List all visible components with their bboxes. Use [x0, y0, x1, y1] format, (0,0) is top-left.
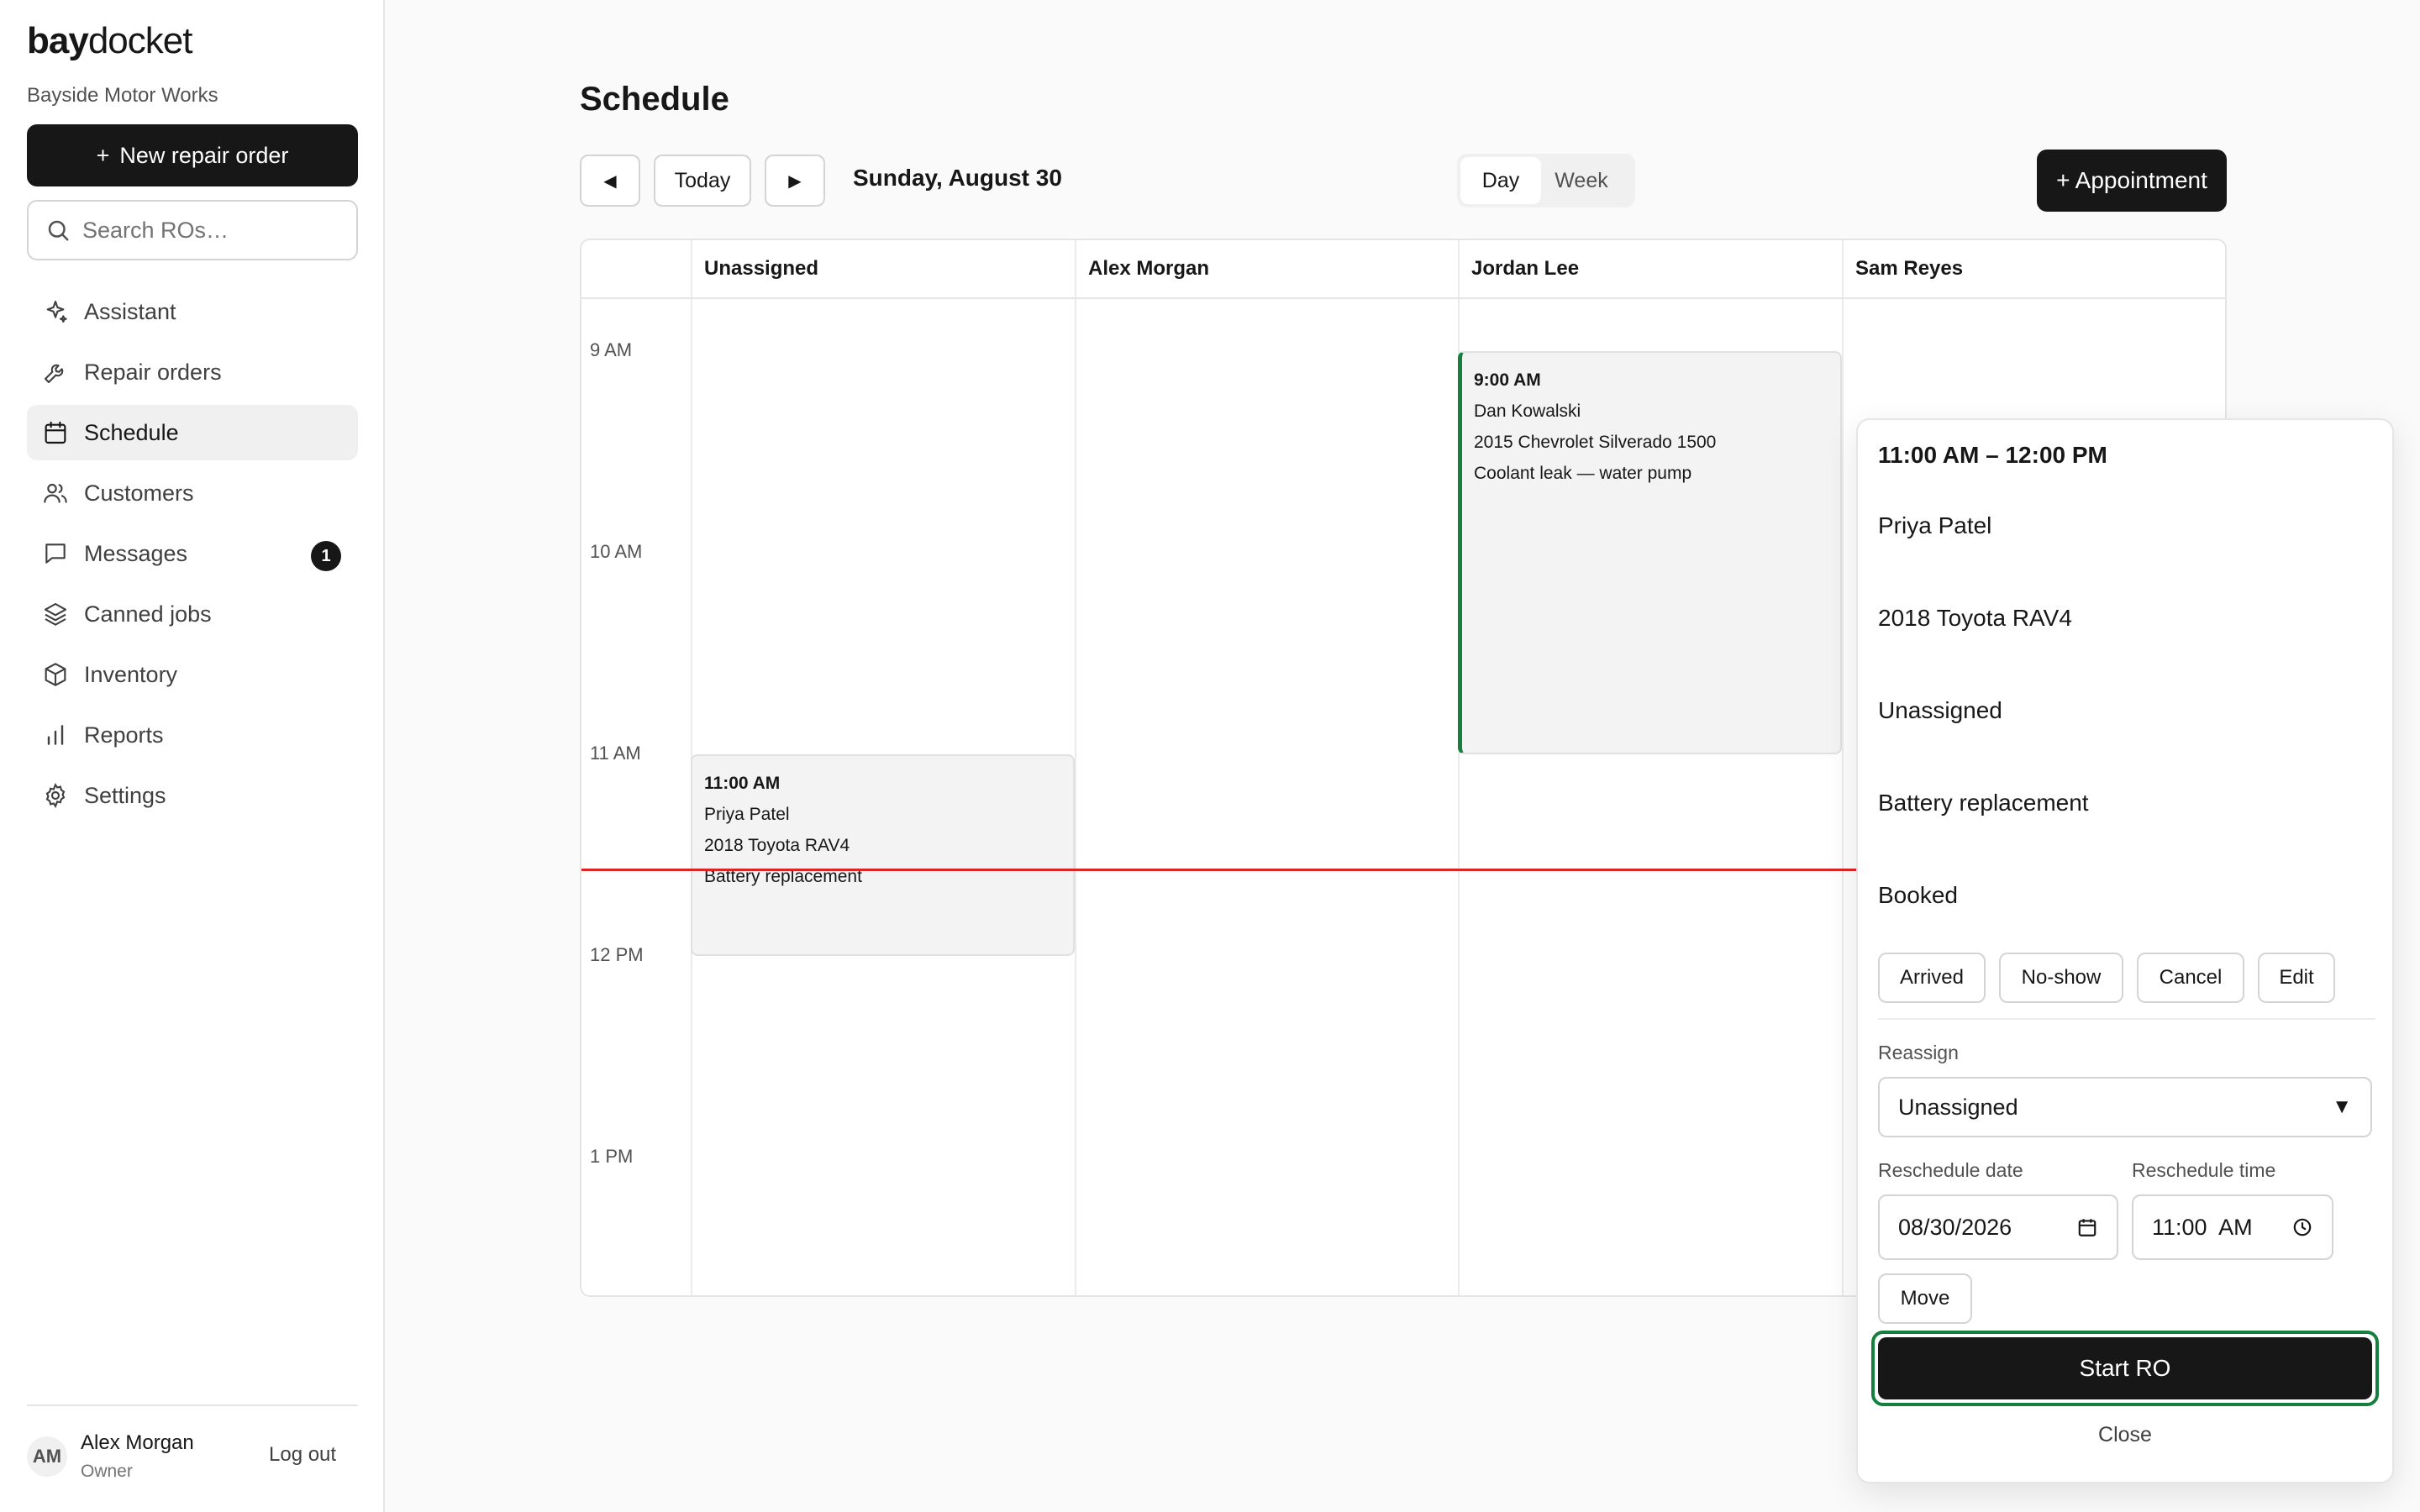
avatar: AM: [27, 1436, 67, 1477]
search-icon: [48, 220, 69, 241]
search-box[interactable]: [27, 200, 358, 260]
no-show-button[interactable]: No-show: [1999, 953, 2123, 1003]
appointment-technician: Unassigned: [1878, 697, 2002, 723]
appointment-vehicle: 2018 Toyota RAV4: [1878, 605, 2072, 631]
time-label: 1 PM: [590, 1146, 634, 1167]
sidebar-item-repair-orders[interactable]: Repair orders: [27, 344, 358, 400]
new-repair-order-button[interactable]: + New repair order: [27, 124, 358, 186]
appointment-card-selected[interactable]: 11:00 AM Priya Patel 2018 Toyota RAV4 Ba…: [691, 754, 1075, 956]
sidebar-nav: Assistant Repair orders Schedule Custome…: [27, 284, 358, 828]
grid-divider: [1842, 240, 1844, 1295]
logout-button[interactable]: Log out: [269, 1443, 336, 1467]
box-icon: [45, 663, 66, 686]
add-appointment-button[interactable]: + Appointment: [2037, 150, 2227, 212]
chevron-down-icon: ▼: [2332, 1095, 2352, 1118]
sidebar-item-reports[interactable]: Reports: [27, 707, 358, 763]
reschedule-date-input[interactable]: 08/30/2026: [1878, 1194, 2118, 1260]
shop-name: Bayside Motor Works: [27, 84, 218, 107]
reassign-label: Reassign: [1878, 1042, 1959, 1063]
user-name: Alex Morgan: [81, 1431, 194, 1454]
column-header-sam-reyes: Sam Reyes: [1842, 240, 2225, 299]
plus-icon: +: [96, 142, 110, 168]
sidebar-divider: [27, 1404, 358, 1406]
sidebar-item-schedule[interactable]: Schedule: [27, 405, 358, 460]
clock-icon: [2293, 1218, 2312, 1236]
wrench-icon: [44, 364, 64, 384]
sidebar-item-settings[interactable]: Settings: [27, 768, 358, 823]
appointment-job: Battery replacement: [1878, 790, 2089, 816]
view-toggle: Day Week: [1457, 154, 1635, 207]
move-button[interactable]: Move: [1878, 1273, 1972, 1324]
appointment-time-range: 11:00 AM – 12:00 PM: [1878, 442, 2107, 468]
layers-icon: [44, 602, 67, 626]
time-label: 12 PM: [590, 944, 644, 965]
arrived-button[interactable]: Arrived: [1878, 953, 1986, 1003]
users-icon: [44, 483, 67, 503]
next-day-button[interactable]: ▶: [765, 155, 825, 207]
close-popover-button[interactable]: Close: [1858, 1423, 2392, 1447]
grid-divider: [1075, 240, 1076, 1295]
appointment-status: Booked: [1878, 882, 1958, 908]
sidebar-item-inventory[interactable]: Inventory: [27, 647, 358, 702]
view-day-tab[interactable]: Day: [1460, 157, 1541, 204]
appointment-details-popover: 11:00 AM – 12:00 PM Priya Patel 2018 Toy…: [1856, 418, 2394, 1483]
calendar-icon: [45, 421, 66, 444]
reschedule-date-label: Reschedule date: [1878, 1159, 2023, 1181]
reschedule-time-label: Reschedule time: [2132, 1159, 2276, 1181]
start-ro-button[interactable]: Start RO: [1878, 1337, 2372, 1399]
brand-logo[interactable]: baydocket: [27, 20, 192, 62]
current-date: Sunday, August 30: [853, 165, 1062, 191]
today-button[interactable]: Today: [654, 155, 751, 207]
message-icon: [45, 543, 66, 564]
column-header-jordan-lee: Jordan Lee: [1458, 240, 1842, 299]
view-week-tab[interactable]: Week: [1541, 157, 1622, 204]
sidebar-item-customers[interactable]: Customers: [27, 465, 358, 521]
time-label: 9 AM: [590, 339, 633, 360]
caret-left-icon: ◀: [603, 171, 617, 191]
edit-appointment-button[interactable]: Edit: [2258, 953, 2335, 1003]
prev-day-button[interactable]: ◀: [580, 155, 640, 207]
sparkles-icon: [46, 300, 67, 323]
column-header-alex-morgan: Alex Morgan: [1075, 240, 1458, 299]
sidebar-item-messages[interactable]: Messages 1: [27, 526, 358, 581]
time-label: 10 AM: [590, 541, 643, 562]
bar-chart-icon: [47, 725, 64, 745]
sidebar-item-canned-jobs[interactable]: Canned jobs: [27, 586, 358, 642]
column-header-unassigned: Unassigned: [691, 240, 1075, 299]
sidebar: baydocket Bayside Motor Works + New repa…: [0, 0, 385, 1512]
page-title: Schedule: [580, 81, 729, 118]
caret-right-icon: ▶: [788, 171, 802, 191]
time-label: 11 AM: [590, 743, 641, 764]
start-ro-focus-ring: Start RO: [1871, 1331, 2379, 1406]
reassign-select[interactable]: Unassigned ▼: [1878, 1077, 2372, 1137]
calendar-icon: [2078, 1219, 2096, 1236]
user-role: Owner: [81, 1462, 133, 1481]
reschedule-time-input[interactable]: 11:00 AM: [2132, 1194, 2333, 1260]
popover-divider: [1878, 1018, 2375, 1020]
cancel-appointment-button[interactable]: Cancel: [2137, 953, 2244, 1003]
appointment-customer: Priya Patel: [1878, 512, 1992, 538]
search-input[interactable]: [82, 217, 334, 244]
gear-icon: [45, 783, 66, 808]
appointment-card[interactable]: 9:00 AM Dan Kowalski 2015 Chevrolet Silv…: [1458, 351, 1842, 754]
unread-badge: 1: [311, 541, 341, 571]
sidebar-item-assistant[interactable]: Assistant: [27, 284, 358, 339]
